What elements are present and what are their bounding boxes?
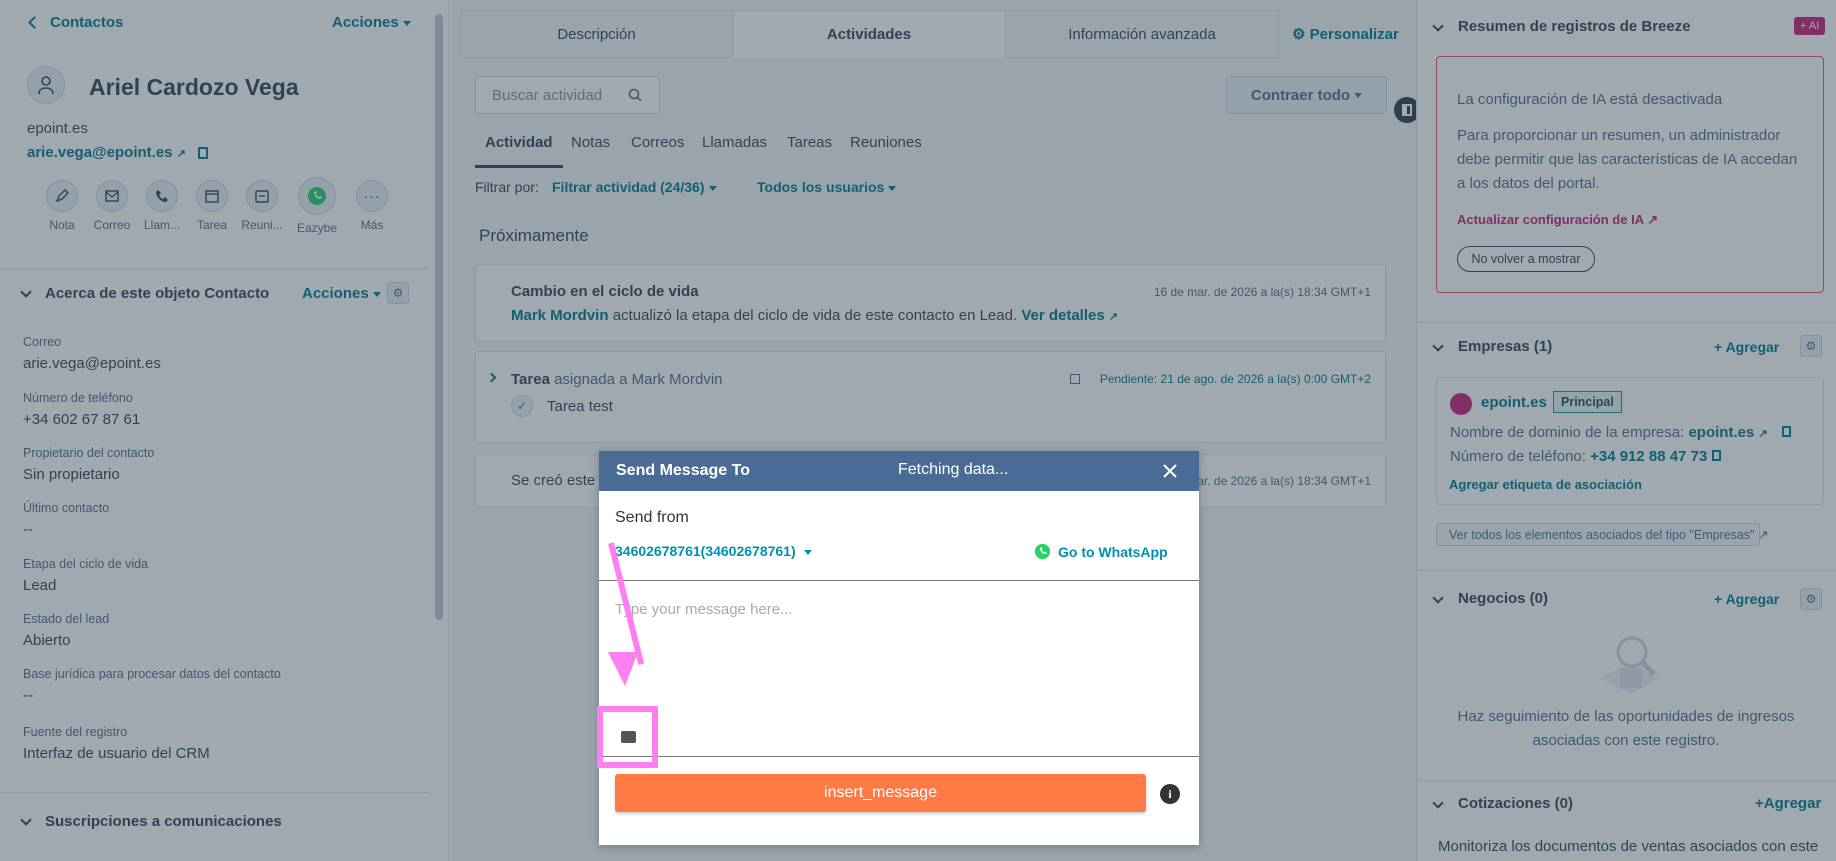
send-message-modal: Send Message To Fetching data... Send fr… xyxy=(599,451,1199,845)
send-from-value: 34602678761(34602678761) xyxy=(615,543,796,559)
annotation-arrow-head xyxy=(608,652,638,686)
annotation-highlight-box xyxy=(597,706,658,768)
go-whatsapp-link[interactable]: Go to WhatsApp xyxy=(1034,543,1168,560)
info-icon[interactable]: i xyxy=(1160,784,1180,804)
message-textarea[interactable]: Type your message here... xyxy=(599,581,1199,746)
go-whatsapp-label: Go to WhatsApp xyxy=(1058,543,1168,560)
close-icon[interactable] xyxy=(1162,463,1178,479)
send-from-label: Send from xyxy=(615,509,689,526)
insert-message-label: insert_message xyxy=(824,784,937,801)
send-from-select[interactable]: 34602678761(34602678761) xyxy=(615,543,812,559)
whatsapp-icon xyxy=(1034,543,1051,560)
message-placeholder: Type your message here... xyxy=(615,601,793,618)
modal-title: Send Message To xyxy=(616,462,750,479)
chevron-down-icon xyxy=(803,549,812,555)
modal-header: Send Message To Fetching data... xyxy=(599,451,1199,491)
modal-divider-bottom xyxy=(599,756,1199,757)
modal-status: Fetching data... xyxy=(898,461,1009,478)
insert-message-button[interactable]: insert_message xyxy=(615,774,1146,812)
